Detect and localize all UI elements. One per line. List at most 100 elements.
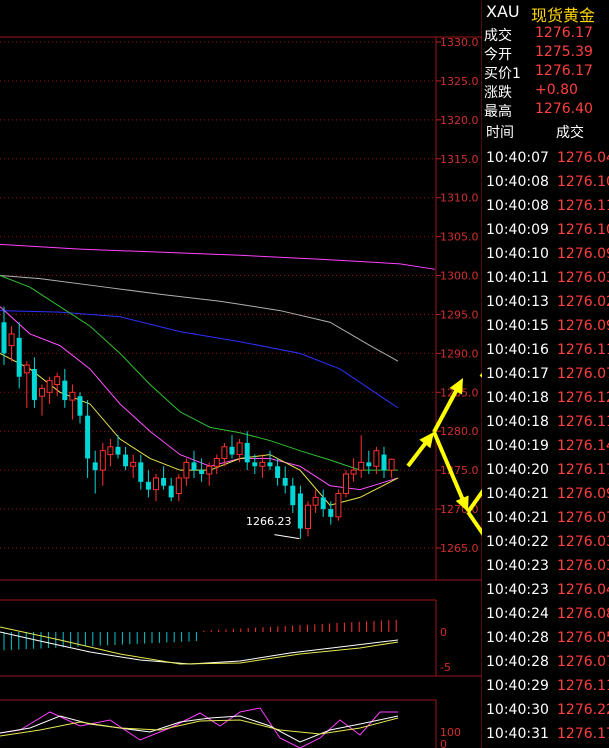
quote-value: 1276.17	[535, 63, 593, 79]
tick-row[interactable]: 10:40:07 1276.04	[482, 146, 609, 170]
tick-row[interactable]: 10:40:08 1276.10	[482, 170, 609, 194]
candle-body-down	[16, 337, 22, 377]
low-annotation-leader	[274, 534, 300, 540]
candle-body-up	[153, 477, 159, 491]
quote-panel: XAU 现货黄金 成交 1276.17 今开 1275.39 买价1 1276.17 涨跌 +…	[482, 0, 609, 748]
tick-header-time: 时间	[486, 125, 514, 141]
tick-row[interactable]: 10:40:18 1276.12	[482, 386, 609, 410]
tick-time: 10:40:17	[486, 366, 549, 382]
tick-time: 10:40:23	[486, 582, 549, 598]
candle-body-up	[259, 461, 266, 467]
candle-body-down	[168, 485, 174, 498]
quote-label: 成交	[484, 28, 512, 44]
tick-row[interactable]: 10:40:23 1276.03	[482, 554, 609, 578]
tick-price: 1276.07	[557, 510, 609, 526]
candle-body-down	[328, 509, 334, 517]
tick-header-price: 成交	[556, 125, 584, 141]
candle-body-up	[130, 461, 137, 467]
price-tick-label: 1315.0	[440, 153, 479, 166]
tick-row[interactable]: 10:40:08 1276.11	[482, 194, 609, 218]
osc-line-d	[0, 715, 399, 743]
tick-row[interactable]: 10:40:13 1276.02	[482, 290, 609, 314]
tick-price: 1276.03	[557, 534, 609, 550]
tick-row[interactable]: 10:40:28 1276.05	[482, 626, 609, 650]
tick-time: 10:40:19	[486, 438, 549, 454]
quote-header: XAU 现货黄金	[482, 0, 609, 25]
quote-row: 今开 1275.39	[482, 44, 609, 63]
quote-label: 今开	[484, 47, 512, 63]
tick-price: 1276.10	[557, 174, 609, 190]
tick-row[interactable]: 10:40:15 1276.09	[482, 314, 609, 338]
candle-body-down	[381, 454, 387, 471]
tick-price: 1276.04	[557, 582, 609, 598]
tick-price: 1276.22	[557, 702, 609, 718]
tick-price: 1276.09	[557, 486, 609, 502]
tick-row[interactable]: 10:40:30 1276.22	[482, 698, 609, 722]
tick-time: 10:40:18	[486, 414, 549, 430]
candle-body-up	[350, 469, 357, 475]
tick-time: 10:40:23	[486, 558, 549, 574]
tick-row[interactable]: 10:40:23 1276.04	[482, 578, 609, 602]
moving-average-line	[0, 243, 436, 270]
candle-body-down	[229, 446, 235, 455]
tick-row[interactable]: 10:40:18 1276.11	[482, 410, 609, 434]
tick-time: 10:40:18	[486, 390, 549, 406]
tick-time: 10:40:28	[486, 654, 549, 670]
tick-time: 10:40:21	[486, 486, 549, 502]
candle-body-up	[69, 391, 76, 401]
candle-body-up	[107, 446, 114, 456]
tick-time: 10:40:08	[486, 198, 549, 214]
quote-label: 买价1	[484, 66, 521, 82]
tick-row[interactable]: 10:40:21 1276.07	[482, 506, 609, 530]
tick-price: 1276.10	[557, 222, 609, 238]
tick-price: 1276.02	[557, 294, 609, 310]
tick-price: 1276.05	[557, 630, 609, 646]
tick-time: 10:40:21	[486, 510, 549, 526]
tick-row[interactable]: 10:40:11 1276.03	[482, 266, 609, 290]
quote-row: 成交 1276.17	[482, 25, 609, 44]
candle-body-down	[161, 477, 167, 486]
quote-label: 最高	[484, 104, 512, 120]
candle-body-up	[183, 461, 190, 479]
moving-average-line	[0, 310, 399, 409]
price-tick-label: 1290.0	[440, 347, 479, 360]
tick-row[interactable]: 10:40:19 1276.14	[482, 434, 609, 458]
tick-row[interactable]: 10:40:28 1276.07	[482, 650, 609, 674]
candle-body-up	[206, 465, 213, 475]
candle-body-up	[175, 477, 182, 495]
tick-row[interactable]: 10:40:17 1276.07	[482, 362, 609, 386]
tick-time: 10:40:09	[486, 222, 549, 238]
tick-price: 1276.11	[557, 198, 609, 214]
candle-body-down	[138, 462, 144, 482]
price-tick-label: 1275.0	[440, 464, 479, 477]
tick-time: 10:40:30	[486, 702, 549, 718]
candle-body-down	[145, 481, 151, 490]
osc-tick-label: 0	[440, 738, 447, 748]
price-tick-label: 1325.0	[440, 75, 479, 88]
candle-body-down	[1, 322, 7, 354]
quote-row: 最高 1276.40	[482, 101, 609, 120]
tick-row[interactable]: 10:40:20 1276.17	[482, 458, 609, 482]
quote-row: 买价1 1276.17	[482, 63, 609, 82]
tick-row[interactable]: 10:40:22 1276.03	[482, 530, 609, 554]
low-annotation-label: 1266.23	[246, 515, 292, 528]
tick-row[interactable]: 10:40:29 1276.11	[482, 674, 609, 698]
tick-price: 1276.09	[557, 318, 609, 334]
candle-body-up	[23, 364, 30, 374]
moving-average-line	[0, 275, 398, 471]
tick-row[interactable]: 10:40:09 1276.10	[482, 218, 609, 242]
candle-body-down	[31, 368, 37, 401]
tick-time: 10:40:31	[486, 726, 549, 742]
candle-body-up	[54, 376, 61, 386]
tick-time: 10:40:20	[486, 462, 549, 478]
candle-body-up	[236, 442, 243, 456]
candle-body-down	[366, 462, 372, 467]
tick-row[interactable]: 10:40:31 1276.17	[482, 722, 609, 746]
tick-row[interactable]: 10:40:16 1276.11	[482, 338, 609, 362]
tick-row[interactable]: 10:40:10 1276.09	[482, 242, 609, 266]
candle-body-down	[92, 462, 98, 471]
tick-price: 1276.14	[557, 438, 609, 454]
tick-row[interactable]: 10:40:24 1276.08	[482, 602, 609, 626]
candle-body-down	[199, 470, 205, 475]
tick-row[interactable]: 10:40:21 1276.09	[482, 482, 609, 506]
